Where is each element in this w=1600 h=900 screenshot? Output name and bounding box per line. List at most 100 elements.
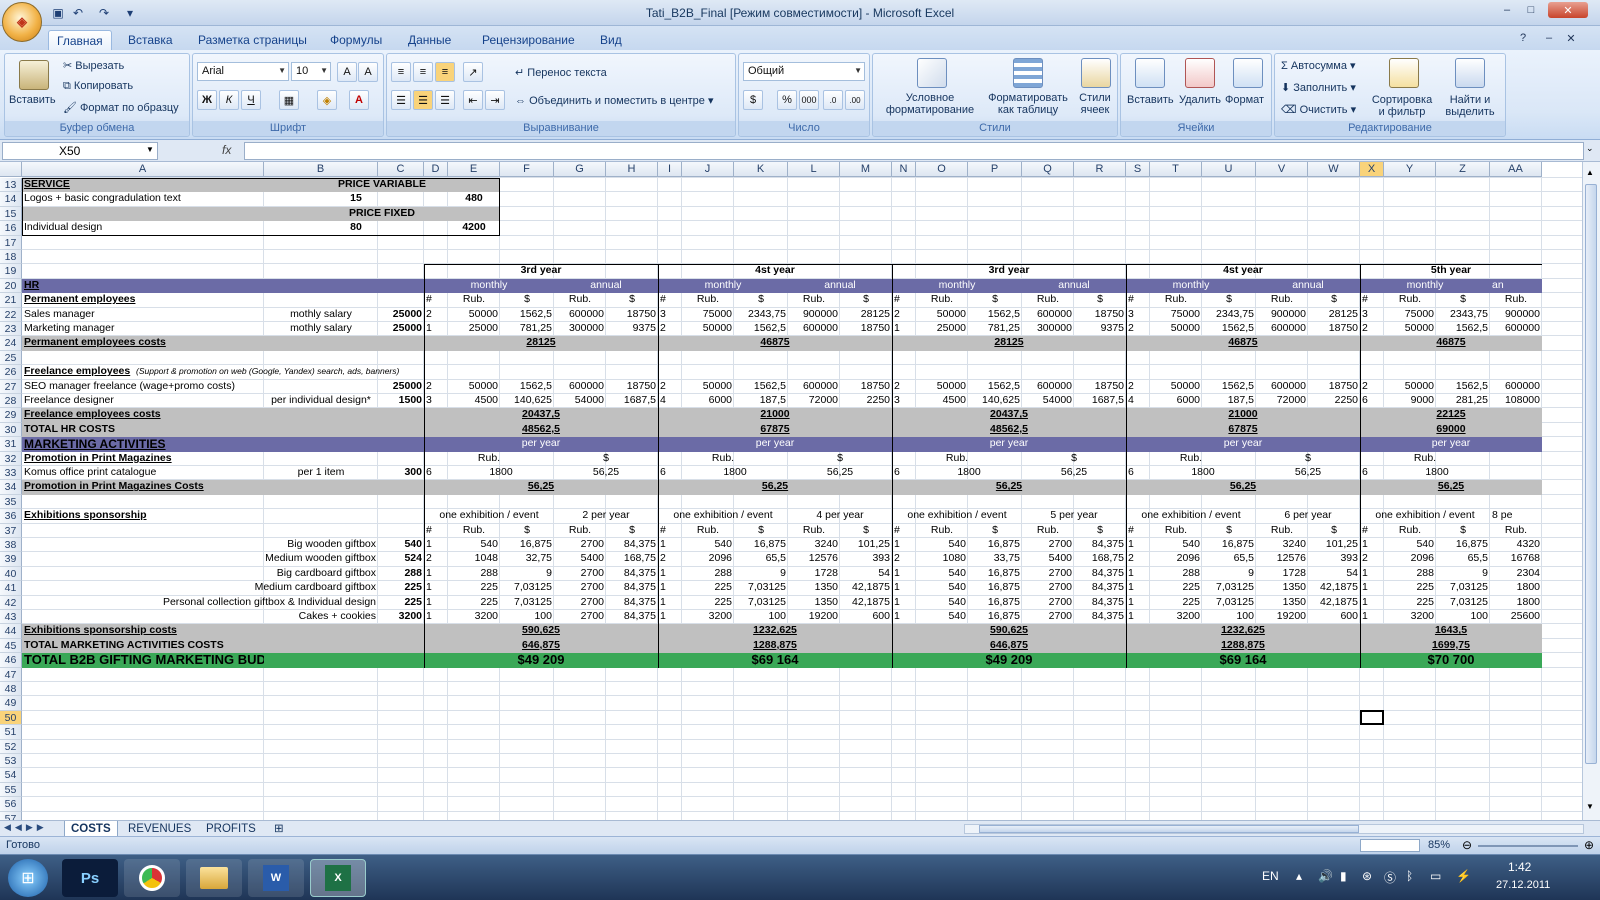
- row-header[interactable]: 30: [0, 422, 22, 438]
- insert-function-icon[interactable]: fx: [222, 143, 231, 157]
- row-header[interactable]: 42: [0, 595, 22, 610]
- cell[interactable]: #: [892, 293, 916, 307]
- cell[interactable]: 101,25: [1308, 538, 1360, 552]
- column-header[interactable]: Z: [1436, 162, 1490, 177]
- row-header[interactable]: 36: [0, 509, 22, 524]
- cell[interactable]: annual: [788, 279, 892, 293]
- cell[interactable]: 1350: [1256, 581, 1308, 595]
- font-color-icon[interactable]: A: [349, 90, 369, 110]
- cell[interactable]: 18750: [1074, 308, 1126, 322]
- row-header[interactable]: 26: [0, 365, 22, 380]
- year-header[interactable]: 4st year: [1126, 264, 1360, 278]
- cell[interactable]: 2096: [1384, 552, 1436, 566]
- cell[interactable]: 20437,5: [424, 408, 658, 422]
- cell[interactable]: 21000: [658, 408, 892, 422]
- column-header[interactable]: J: [682, 162, 734, 177]
- cell[interactable]: one exhibition / event: [1126, 509, 1256, 523]
- cell[interactable]: #: [892, 524, 916, 538]
- cell[interactable]: 42,1875: [1308, 596, 1360, 610]
- column-header[interactable]: K: [734, 162, 788, 177]
- sheet-tab-profits[interactable]: PROFITS: [200, 821, 262, 837]
- cell[interactable]: 18750: [840, 322, 892, 336]
- cell[interactable]: 2: [658, 380, 682, 394]
- cell[interactable]: 16,875: [734, 538, 788, 552]
- cell[interactable]: monthly: [1126, 279, 1256, 293]
- sort-filter-button[interactable]: Сортировка и фильтр: [1371, 94, 1433, 118]
- row-header[interactable]: 32: [0, 451, 22, 466]
- cell[interactable]: Komus office print catalogue: [22, 466, 264, 480]
- cell[interactable]: 28125: [1308, 308, 1360, 322]
- cell[interactable]: 4500: [916, 394, 968, 408]
- cell[interactable]: 1: [424, 610, 448, 624]
- cell[interactable]: 1800: [1490, 581, 1542, 595]
- cell[interactable]: 4: [1126, 394, 1150, 408]
- cell[interactable]: 12576: [1256, 552, 1308, 566]
- network-icon[interactable]: ⊛: [1362, 869, 1372, 883]
- total-budget-value[interactable]: $49 209: [892, 653, 1126, 667]
- cell[interactable]: $: [788, 452, 892, 466]
- cell[interactable]: 2700: [554, 581, 606, 595]
- cell[interactable]: 2: [1126, 380, 1150, 394]
- cell[interactable]: 1: [658, 596, 682, 610]
- h-scroll-thumb[interactable]: [979, 825, 1359, 833]
- year-header[interactable]: 3rd year: [424, 264, 658, 278]
- cell[interactable]: 393: [840, 552, 892, 566]
- cell[interactable]: $: [968, 293, 1022, 307]
- column-header[interactable]: N: [892, 162, 916, 177]
- cell[interactable]: $: [1202, 293, 1256, 307]
- cell[interactable]: 900000: [788, 308, 840, 322]
- cell[interactable]: 1: [658, 538, 682, 552]
- cell[interactable]: 1562,5: [734, 322, 788, 336]
- align-left-icon[interactable]: ☰: [391, 90, 411, 110]
- cell[interactable]: 18750: [1308, 380, 1360, 394]
- cell[interactable]: 590,625: [424, 624, 658, 638]
- cell[interactable]: 3200: [448, 610, 500, 624]
- cell[interactable]: Medium cardboard giftbox: [22, 581, 378, 595]
- cell[interactable]: 25000: [448, 322, 500, 336]
- cell[interactable]: 2700: [554, 538, 606, 552]
- cell[interactable]: 28125: [424, 336, 658, 350]
- taskbar-chrome[interactable]: [124, 859, 180, 897]
- cell[interactable]: annual: [1256, 279, 1360, 293]
- cell[interactable]: 18750: [1308, 322, 1360, 336]
- row-header[interactable]: 31: [0, 437, 22, 452]
- cell[interactable]: Rub.: [682, 293, 734, 307]
- cell[interactable]: 2700: [1022, 567, 1074, 581]
- cell[interactable]: Rub.: [1490, 524, 1542, 538]
- cell[interactable]: 3240: [788, 538, 840, 552]
- cell[interactable]: 1: [658, 581, 682, 595]
- cell[interactable]: 2343,75: [1202, 308, 1256, 322]
- cell[interactable]: 3200: [1150, 610, 1202, 624]
- cell[interactable]: 288: [1384, 567, 1436, 581]
- cell[interactable]: $: [1202, 524, 1256, 538]
- cell[interactable]: 100: [1436, 610, 1490, 624]
- cell[interactable]: 6: [1360, 394, 1384, 408]
- sheet-tab-revenues[interactable]: REVENUES: [122, 821, 197, 837]
- cell[interactable]: 2: [892, 552, 916, 566]
- cell[interactable]: Rub.: [916, 524, 968, 538]
- cell[interactable]: 50000: [682, 322, 734, 336]
- cell[interactable]: $: [1436, 293, 1490, 307]
- cell[interactable]: $: [1022, 452, 1126, 466]
- cell[interactable]: $: [500, 293, 554, 307]
- row-header[interactable]: 50: [0, 710, 22, 726]
- cell[interactable]: 3240: [1256, 538, 1308, 552]
- cell[interactable]: Big wooden giftbox: [22, 538, 378, 552]
- cell[interactable]: 16,875: [1436, 538, 1490, 552]
- cell[interactable]: 600000: [1256, 322, 1308, 336]
- cell[interactable]: 56,25: [554, 466, 658, 480]
- cell[interactable]: 2: [658, 552, 682, 566]
- cell[interactable]: 225: [378, 581, 424, 595]
- taskbar-explorer[interactable]: [186, 859, 242, 897]
- cell[interactable]: 1: [892, 596, 916, 610]
- format-cells-button[interactable]: Формат: [1225, 94, 1264, 106]
- percent-button[interactable]: %: [777, 90, 797, 110]
- cell[interactable]: 9000: [1384, 394, 1436, 408]
- cell[interactable]: 1699,75: [1360, 639, 1542, 653]
- cell[interactable]: Rub.: [892, 452, 1022, 466]
- cell[interactable]: 600000: [788, 322, 840, 336]
- cell[interactable]: 1562,5: [968, 308, 1022, 322]
- cell[interactable]: 225: [682, 581, 734, 595]
- cell[interactable]: per 1 item: [264, 466, 378, 480]
- taskbar-excel[interactable]: X: [310, 859, 366, 897]
